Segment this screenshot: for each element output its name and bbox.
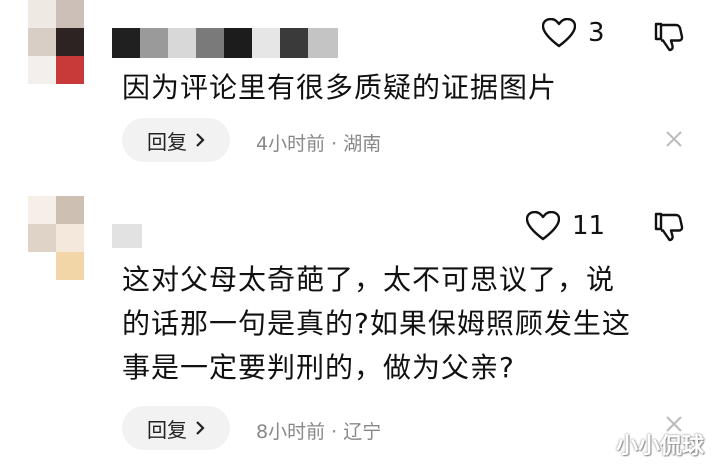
like-count: 11 bbox=[572, 211, 606, 241]
reply-button[interactable]: 回复 bbox=[122, 118, 230, 162]
like-group[interactable]: 11 bbox=[526, 211, 605, 241]
thumbs-down-icon[interactable] bbox=[652, 210, 684, 242]
comment-line: 事是一定要判刑的，做为父亲? bbox=[122, 351, 515, 384]
reply-button[interactable]: 回复 bbox=[122, 406, 230, 450]
reply-label: 回复 bbox=[147, 417, 187, 442]
comment-line: 这对父母太奇葩了，太不可思议了，说 bbox=[122, 263, 616, 296]
like-group[interactable]: 3 bbox=[542, 18, 605, 48]
close-icon[interactable] bbox=[664, 129, 684, 149]
comment-meta: 8小时前 · 辽宁 bbox=[256, 421, 382, 443]
comment-text: 因为评论里有很多质疑的证据图片 bbox=[122, 66, 557, 110]
heart-icon[interactable] bbox=[542, 18, 576, 48]
avatar[interactable] bbox=[28, 0, 84, 84]
chevron-right-icon bbox=[196, 133, 205, 147]
comment-line: 的话那一句是真的?如果保姆照顾发生这 bbox=[122, 307, 631, 340]
reply-label: 回复 bbox=[147, 129, 187, 154]
comment-meta: 4小时前 · 湖南 bbox=[256, 133, 382, 155]
comment-text: 这对父母太奇葩了，太不可思议了，说 的话那一句是真的?如果保姆照顾发生这 事是一… bbox=[122, 258, 631, 390]
thumbs-down-icon[interactable] bbox=[652, 20, 684, 52]
username-obscured[interactable] bbox=[112, 224, 142, 248]
chevron-right-icon bbox=[196, 421, 205, 435]
heart-icon[interactable] bbox=[526, 211, 560, 241]
comment-line: 因为评论里有很多质疑的证据图片 bbox=[122, 71, 558, 104]
avatar[interactable] bbox=[28, 196, 84, 280]
like-count: 3 bbox=[588, 18, 605, 48]
watermark: 小小侃球 bbox=[616, 434, 705, 459]
username-obscured[interactable] bbox=[112, 28, 338, 58]
